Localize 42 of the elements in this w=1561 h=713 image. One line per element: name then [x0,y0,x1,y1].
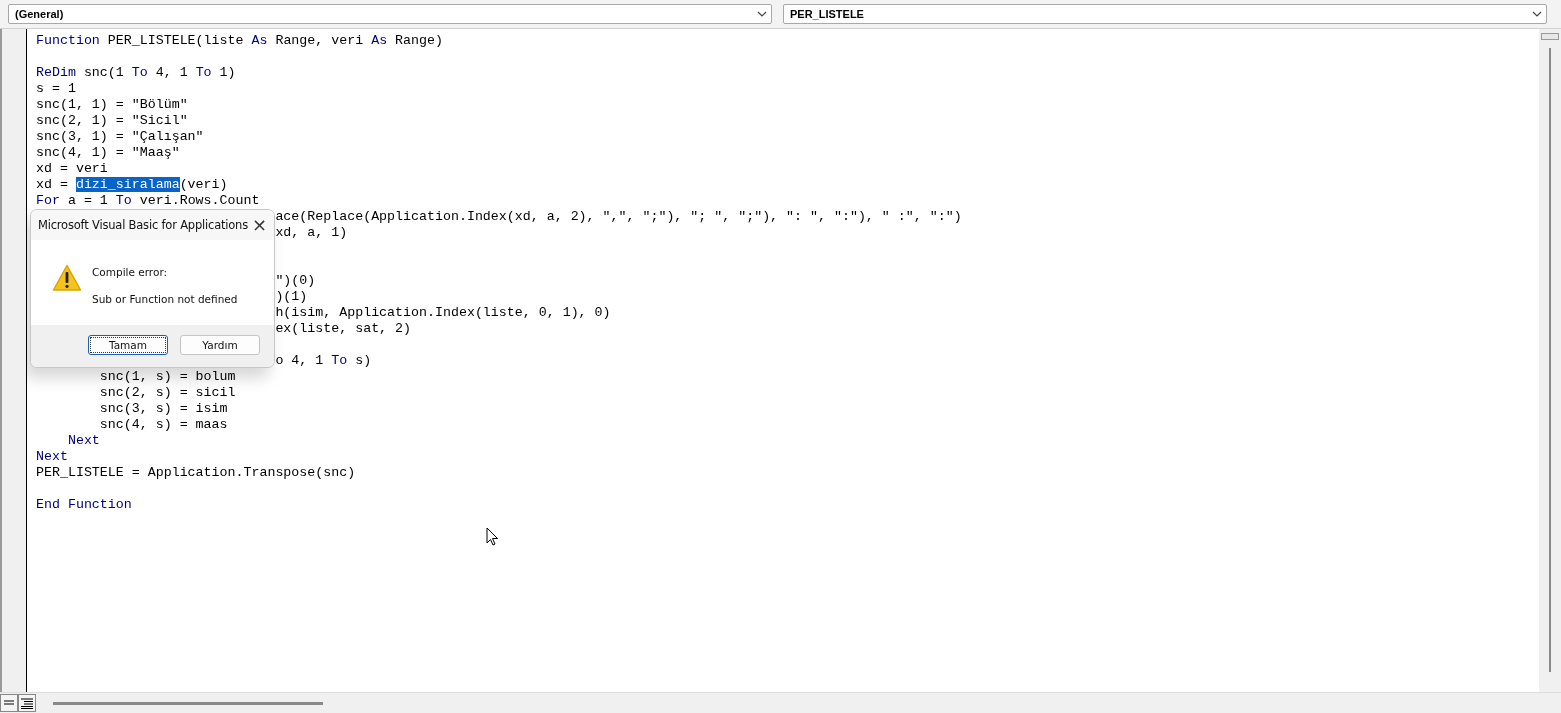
code-line: End Function [36,497,132,513]
chevron-down-icon [757,11,767,17]
code-line: xd = veri [36,161,108,177]
code-line: )(1) [275,289,308,305]
code-line: h(isim, Application.Index(liste, 0, 1), 0) [275,305,611,321]
dialog-button[interactable]: Tamam [88,335,168,355]
warning-icon [52,264,82,292]
close-button[interactable]: × [248,216,272,234]
code-line: snc(1, 1) = "Bölüm" [36,97,188,113]
code-line: Function PER_LISTELE(liste As Range, veri As Range) [36,33,443,49]
code-line: o 4, 1 To s) [275,353,372,369]
code-line: ace(Replace(Application.Index(xd, a, 2), ",", ";"), "; ", ";"), ": ", ":"), " :", ":") [275,209,962,225]
procedure-view-button[interactable] [0,694,18,712]
code-line: snc(2, s) = sicil [99,385,236,401]
procedure-dropdown[interactable]: PER_LISTELE [783,4,1547,24]
code-line: ReDim snc(1 To 4, 1 To 1) [36,65,236,81]
scroll-thumb[interactable] [1541,33,1559,40]
code-line: snc(2, 1) = "Sicil" [36,113,188,129]
code-line: snc(3, s) = isim [99,401,228,417]
code-line: For a = 1 To veri.Rows.Count [36,193,260,209]
code-line: snc(3, 1) = "Çalışan" [36,129,204,145]
module-view-button[interactable] [18,694,36,712]
code-line: PER_LISTELE = Application.Transpose(snc) [36,465,356,481]
chevron-down-icon [1532,11,1542,17]
code-line: Next [36,449,68,465]
object-dropdown[interactable]: (General) [8,4,772,24]
lines-icon [4,700,14,706]
dialog-title: Microsoft Visual Basic for Applications [38,218,248,232]
code-line: s = 1 [36,81,76,97]
mouse-pointer-icon [486,527,499,546]
code-line: snc(1, s) = bolum [99,369,236,385]
code-line: snc(4, 1) = "Maaş" [36,145,180,161]
code-line: snc(4, s) = maas [99,417,228,433]
code-line: xd, a, 1) [275,225,348,241]
lines-icon [21,697,33,709]
horizontal-scrollbar[interactable] [53,701,323,705]
code-line: Next [67,433,100,449]
error-heading: Compile error: [92,266,169,278]
dialog-button[interactable]: Yardım [180,335,260,355]
code-line: ex(liste, sat, 2) [275,321,412,337]
error-message: Sub or Function not defined [92,293,238,305]
code-line: ")(0) [275,273,316,289]
